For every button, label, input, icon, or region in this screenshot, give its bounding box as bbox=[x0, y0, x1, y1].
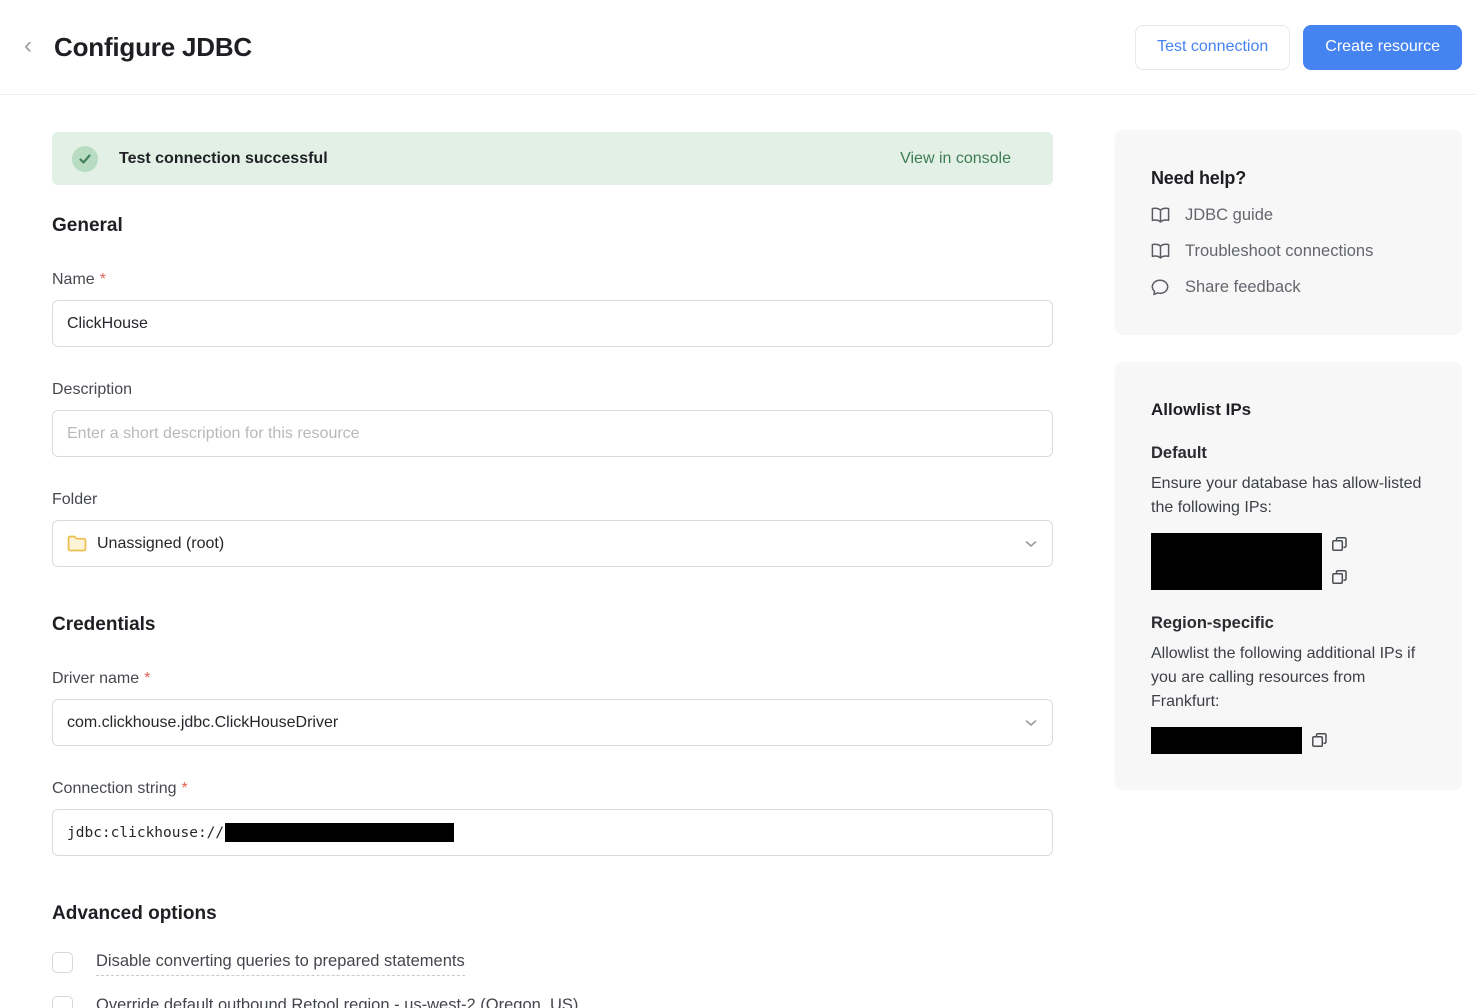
need-help-card: Need help? JDBC guide Troubleshoot conne… bbox=[1115, 130, 1462, 335]
book-icon bbox=[1151, 207, 1171, 224]
required-asterisk: * bbox=[100, 271, 106, 288]
test-connection-button[interactable]: Test connection bbox=[1135, 25, 1290, 70]
chevron-down-icon bbox=[1025, 535, 1037, 553]
driver-select-value: com.clickhouse.jdbc.ClickHouseDriver bbox=[67, 714, 338, 732]
redacted-connection-host bbox=[225, 823, 454, 842]
name-input[interactable] bbox=[52, 300, 1053, 347]
allowlist-heading: Allowlist IPs bbox=[1151, 400, 1426, 420]
required-asterisk: * bbox=[182, 780, 188, 797]
copy-icon[interactable] bbox=[1331, 536, 1348, 553]
override-region-checkbox[interactable] bbox=[52, 996, 73, 1008]
connection-string-input[interactable]: jdbc:clickhouse:// bbox=[52, 809, 1053, 856]
required-asterisk: * bbox=[144, 670, 150, 687]
disable-prepared-statements-checkbox[interactable] bbox=[52, 952, 73, 973]
view-in-console-link[interactable]: View in console bbox=[900, 150, 1011, 168]
copy-icon[interactable] bbox=[1331, 569, 1348, 586]
description-label: Description bbox=[52, 381, 1053, 399]
folder-select[interactable]: Unassigned (root) bbox=[52, 520, 1053, 567]
sidebar: Need help? JDBC guide Troubleshoot conne… bbox=[1115, 132, 1462, 1008]
redacted-region-ip bbox=[1151, 727, 1302, 754]
disable-prepared-statements-label: Disable converting queries to prepared s… bbox=[96, 952, 465, 976]
main-form-column: Test connection successful View in conso… bbox=[52, 132, 1053, 1008]
copy-icon[interactable] bbox=[1302, 732, 1328, 749]
connection-string-label: Connection string * bbox=[52, 780, 1053, 798]
allowlist-region-text: Allowlist the following additional IPs i… bbox=[1151, 642, 1426, 714]
help-link-troubleshoot[interactable]: Troubleshoot connections bbox=[1151, 242, 1426, 261]
create-resource-button[interactable]: Create resource bbox=[1303, 25, 1462, 70]
name-label-text: Name bbox=[52, 271, 95, 288]
allowlist-default-heading: Default bbox=[1151, 444, 1426, 463]
override-region-label: Override default outbound Retool region … bbox=[96, 996, 578, 1008]
description-input[interactable] bbox=[52, 410, 1053, 457]
success-banner: Test connection successful View in conso… bbox=[52, 132, 1053, 185]
region-ip-block bbox=[1151, 727, 1426, 754]
folder-label: Folder bbox=[52, 491, 1053, 509]
help-link-label: Troubleshoot connections bbox=[1185, 242, 1373, 261]
driver-name-select[interactable]: com.clickhouse.jdbc.ClickHouseDriver bbox=[52, 699, 1053, 746]
book-icon bbox=[1151, 243, 1171, 260]
default-ip-block bbox=[1151, 533, 1426, 590]
folder-select-value: Unassigned (root) bbox=[97, 535, 224, 553]
help-link-label: Share feedback bbox=[1185, 278, 1301, 297]
allowlist-ips-card: Allowlist IPs Default Ensure your databa… bbox=[1115, 362, 1462, 790]
driver-name-label-text: Driver name bbox=[52, 670, 139, 687]
check-icon bbox=[72, 146, 98, 172]
advanced-options-heading: Advanced options bbox=[52, 903, 1053, 925]
banner-message: Test connection successful bbox=[119, 150, 328, 168]
chat-icon bbox=[1151, 279, 1171, 296]
page-title: Configure JDBC bbox=[54, 32, 252, 63]
connection-string-label-text: Connection string bbox=[52, 780, 177, 797]
redacted-default-ips bbox=[1151, 533, 1322, 590]
chevron-down-icon bbox=[1025, 714, 1037, 732]
default-ip-copy-buttons bbox=[1322, 533, 1348, 590]
page-content: Test connection successful View in conso… bbox=[0, 95, 1475, 1008]
general-section-heading: General bbox=[52, 215, 1053, 237]
driver-name-label: Driver name * bbox=[52, 670, 1053, 688]
override-region-option-row: Override default outbound Retool region … bbox=[52, 996, 1053, 1008]
back-chevron-icon[interactable]: ‹ bbox=[14, 33, 42, 61]
prepared-statements-option-row: Disable converting queries to prepared s… bbox=[52, 952, 1053, 976]
need-help-heading: Need help? bbox=[1151, 168, 1426, 189]
allowlist-default-text: Ensure your database has allow-listed th… bbox=[1151, 472, 1426, 520]
connection-string-value: jdbc:clickhouse:// bbox=[67, 825, 224, 841]
folder-icon bbox=[67, 535, 87, 552]
name-label: Name * bbox=[52, 271, 1053, 289]
help-link-share-feedback[interactable]: Share feedback bbox=[1151, 278, 1426, 297]
help-link-jdbc-guide[interactable]: JDBC guide bbox=[1151, 206, 1426, 225]
page-header: ‹ Configure JDBC Test connection Create … bbox=[0, 0, 1475, 95]
help-link-label: JDBC guide bbox=[1185, 206, 1273, 225]
credentials-section-heading: Credentials bbox=[52, 614, 1053, 636]
allowlist-region-heading: Region-specific bbox=[1151, 614, 1426, 633]
